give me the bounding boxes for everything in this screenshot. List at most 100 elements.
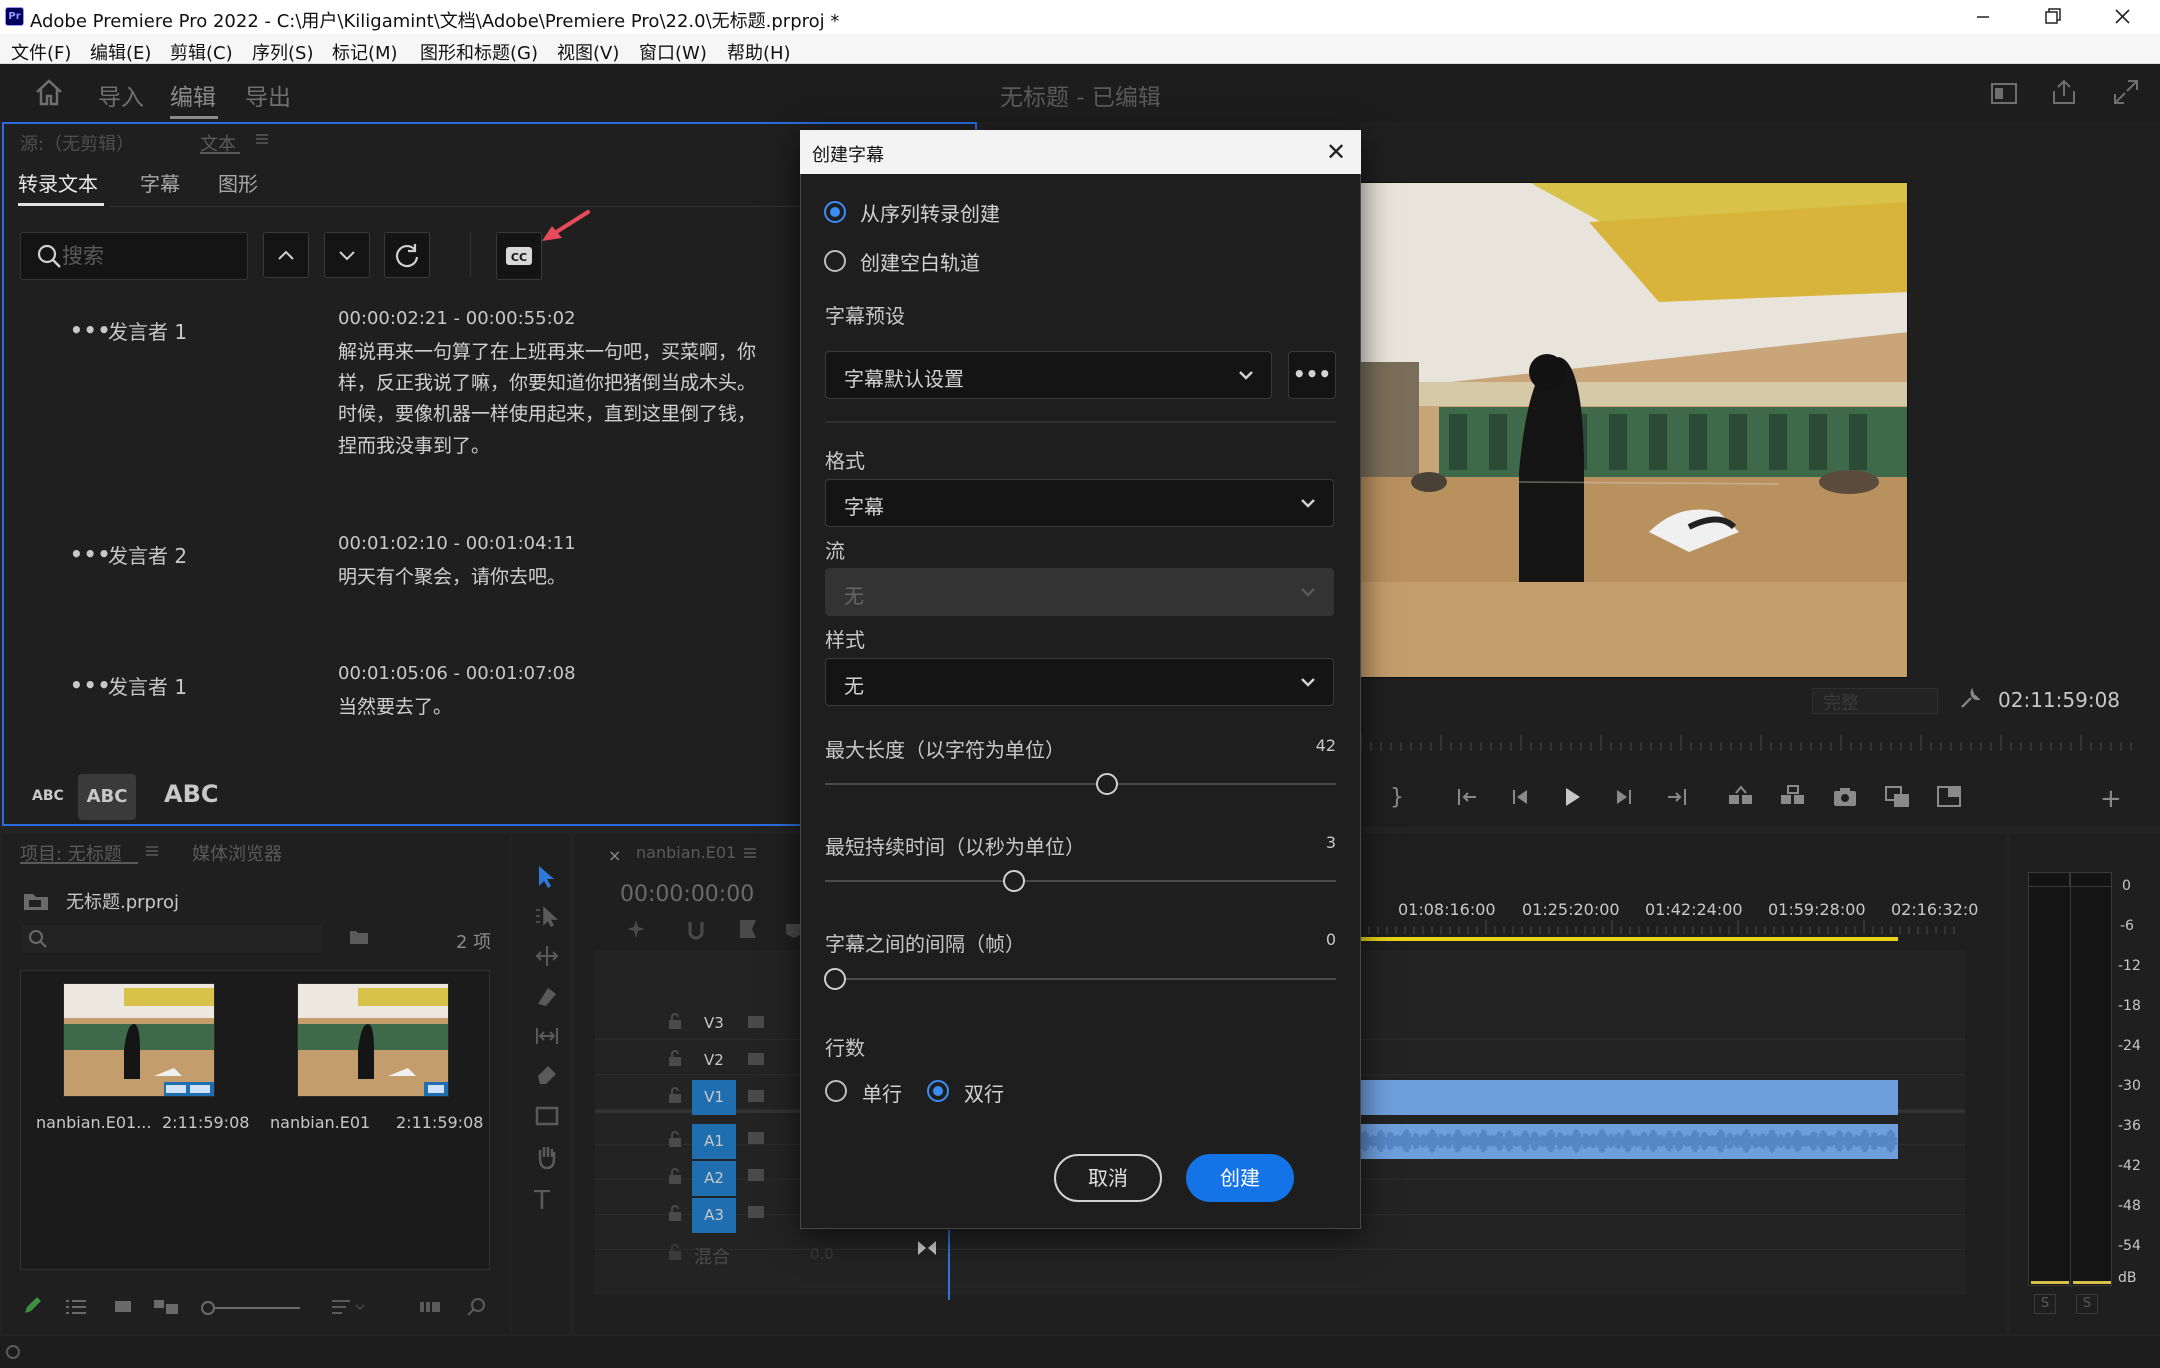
track-lock-icon[interactable] [667,1012,683,1030]
tab-export[interactable]: 导出 [245,78,291,112]
step-forward-icon[interactable] [1612,785,1636,809]
timeline-ruler-ticks[interactable] [1360,920,1960,934]
track-lock-icon[interactable] [667,1130,683,1148]
transcript-line[interactable]: 当然要去了。 [338,692,452,719]
fit-dropdown[interactable]: 完整 [1812,688,1938,714]
step-back-icon[interactable] [1508,785,1532,809]
work-area-bar[interactable] [1360,937,1898,941]
track-lock-icon[interactable] [667,1243,683,1261]
speaker-label[interactable]: 发言者 1 [108,671,187,700]
icon-view-icon[interactable] [112,1298,134,1316]
program-scrub-ruler[interactable] [1361,735,2141,751]
export-frame-icon[interactable] [1832,785,1858,809]
radio-double-line[interactable] [927,1080,949,1102]
gap-slider-track[interactable] [825,978,1336,980]
radio-blank-track[interactable] [824,250,846,272]
tab-captions[interactable]: 字幕 [140,168,180,197]
close-window-icon[interactable] [2092,0,2154,34]
panel-menu-icon[interactable] [742,846,758,860]
refresh-button[interactable] [384,232,430,278]
min-duration-slider-thumb[interactable] [1003,870,1025,892]
menu-clip[interactable]: 剪辑(C) [170,39,233,65]
style-select[interactable]: 无 [825,658,1334,706]
play-icon[interactable] [1560,784,1584,810]
previous-result-button[interactable] [263,232,309,278]
close-sequence-icon[interactable]: × [608,846,621,865]
track-label-a2[interactable]: A2 [692,1161,736,1196]
ripple-edit-tool-icon[interactable] [534,944,560,968]
multicam-icon[interactable] [1936,784,1964,810]
track-label-v1[interactable]: V1 [692,1080,736,1115]
tab-import[interactable]: 导入 [98,78,144,112]
sort-icon[interactable] [330,1298,370,1316]
razor-tool-icon[interactable] [534,984,560,1008]
transcript-line[interactable]: 时候，要像机器一样使用起来，直到这里倒了钱， [338,399,756,426]
gap-value[interactable]: 0 [1296,930,1336,949]
panel-menu-icon[interactable] [144,844,160,858]
format-select[interactable]: 字幕 [825,479,1334,527]
transcript-line[interactable]: 捏而我没事到了。 [338,431,490,458]
playhead[interactable] [948,1230,950,1300]
radio-double-line-label[interactable]: 双行 [964,1078,1004,1107]
text-size-small-button[interactable]: ABC [32,788,64,804]
radio-from-transcript-label[interactable]: 从序列转录创建 [860,198,1000,227]
text-size-large-button[interactable]: ABC [164,780,218,808]
timeline-timecode[interactable]: 00:00:00:00 [620,882,754,907]
speaker-label[interactable]: 发言者 2 [108,540,187,569]
lift-icon[interactable] [1726,784,1756,808]
project-search-input[interactable] [22,925,322,953]
fullscreen-icon[interactable] [2112,78,2140,106]
sequence-tab[interactable]: nanbian.E01 [636,843,736,862]
speaker-label[interactable]: 发言者 1 [108,316,187,345]
workspaces-icon[interactable] [1990,80,2018,106]
radio-single-line-label[interactable]: 单行 [862,1078,902,1107]
rectangle-tool-icon[interactable] [534,1104,560,1128]
track-lock-icon[interactable] [667,1086,683,1104]
solo-right-button[interactable]: S [2076,1294,2098,1314]
create-captions-button[interactable]: CC [496,232,542,280]
transcript-line[interactable]: 样，反正我说了嘛，你要知道你把猪倒当成木头。 [338,368,756,395]
menu-view[interactable]: 视图(V) [557,39,619,65]
restore-icon[interactable] [2022,0,2084,34]
max-length-value[interactable]: 42 [1296,736,1336,755]
transcript-line[interactable]: 明天有个聚会，请你去吧。 [338,562,566,589]
track-label-a1[interactable]: A1 [692,1124,736,1159]
menu-window[interactable]: 窗口(W) [639,39,707,65]
panel-menu-icon[interactable] [254,132,270,146]
radio-blank-track-label[interactable]: 创建空白轨道 [860,247,980,276]
hand-tool-icon[interactable] [534,1144,560,1170]
mix-endpoint-icon[interactable] [916,1238,938,1258]
preset-more-button[interactable]: ••• [1288,351,1336,399]
write-pencil-icon[interactable] [22,1296,44,1316]
slip-tool-icon[interactable] [534,1024,560,1048]
clip-thumbnail[interactable] [297,983,449,1097]
menu-file[interactable]: 文件(F) [11,39,71,65]
track-toggle-icons[interactable] [736,1012,782,1232]
minimize-icon[interactable] [1952,0,2014,34]
track-lock-icon[interactable] [667,1204,683,1222]
solo-left-button[interactable]: S [2034,1294,2056,1314]
video-clip[interactable] [1360,1080,1898,1115]
tab-transcript[interactable]: 转录文本 [18,168,98,197]
radio-from-transcript[interactable] [824,201,846,223]
go-to-out-icon[interactable] [1664,785,1688,809]
list-view-icon[interactable] [64,1298,88,1316]
speaker-menu-icon[interactable]: ••• [70,318,111,342]
tab-source[interactable]: 源:（无剪辑） [20,130,134,156]
max-length-slider-thumb[interactable] [1096,773,1118,795]
track-label-v2[interactable]: V2 [704,1051,724,1069]
comparison-view-icon[interactable] [1884,784,1912,810]
speaker-menu-icon[interactable]: ••• [70,673,111,697]
preset-select[interactable]: 字幕默认设置 [825,351,1272,399]
next-result-button[interactable] [324,232,370,278]
go-to-in-icon[interactable] [1456,785,1480,809]
menu-graphics[interactable]: 图形和标题(G) [420,39,538,65]
track-label-a3[interactable]: A3 [692,1198,736,1233]
tab-media-browser[interactable]: 媒体浏览器 [192,840,282,866]
find-icon[interactable] [466,1296,488,1318]
text-size-medium-button[interactable]: ABC [78,774,136,820]
selection-tool-icon[interactable] [534,864,558,890]
audio-clip[interactable] [1360,1124,1898,1159]
track-select-tool-icon[interactable] [534,904,560,928]
tab-graphics[interactable]: 图形 [218,168,258,197]
